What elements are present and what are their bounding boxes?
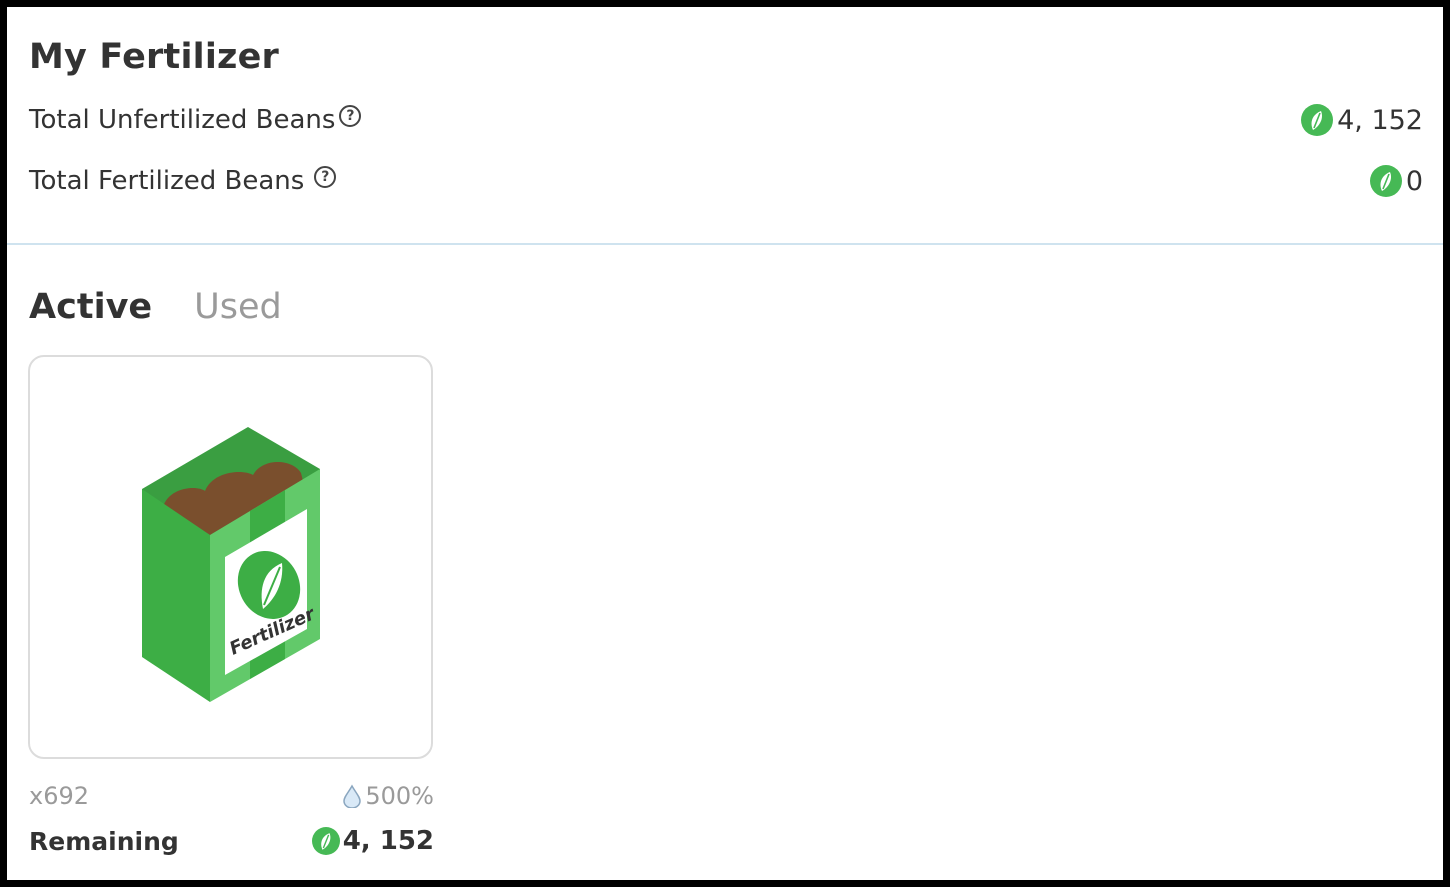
tab-active[interactable]: Active bbox=[29, 287, 152, 327]
unfertilized-value-group: 4, 152 bbox=[1301, 104, 1423, 136]
boost-percent: 500% bbox=[365, 782, 434, 810]
unfertilized-label: Total Unfertilized Beans bbox=[29, 105, 336, 135]
fertilizer-bag-icon: Fertilizer bbox=[142, 427, 320, 702]
help-icon[interactable]: ? bbox=[339, 105, 362, 127]
help-icon[interactable]: ? bbox=[314, 166, 337, 188]
fertilized-label-group: Total Fertilized Beans ? bbox=[29, 166, 337, 196]
fertilized-value-group: 0 bbox=[1369, 165, 1423, 197]
bean-icon bbox=[311, 827, 340, 855]
unfertilized-label-group: Total Unfertilized Beans ? bbox=[29, 105, 362, 135]
bean-icon bbox=[1369, 165, 1402, 197]
fertilized-label: Total Fertilized Beans bbox=[29, 166, 305, 196]
fertilizer-panel: My Fertilizer Total Unfertilized Beans ?… bbox=[7, 7, 1443, 880]
bean-icon bbox=[1301, 104, 1334, 136]
water-drop-icon bbox=[343, 784, 362, 808]
fertilizer-tabs: Active Used bbox=[29, 287, 282, 327]
section-divider bbox=[7, 243, 1443, 245]
remaining-label: Remaining bbox=[29, 826, 179, 856]
unfertilized-row: Total Unfertilized Beans ? 4, 152 bbox=[29, 102, 1423, 138]
fertilizer-card[interactable]: Fertilizer bbox=[28, 355, 433, 759]
remaining-row: Remaining 4, 152 bbox=[29, 824, 434, 858]
boost-group: 500% bbox=[342, 782, 434, 810]
fertilizer-summary: My Fertilizer Total Unfertilized Beans ?… bbox=[7, 7, 1443, 244]
unfertilized-value: 4, 152 bbox=[1337, 104, 1423, 136]
fertilized-row: Total Fertilized Beans ? 0 bbox=[29, 163, 1423, 199]
fertilizer-quantity: x692 bbox=[29, 782, 90, 810]
remaining-value-group: 4, 152 bbox=[311, 826, 434, 856]
tab-used[interactable]: Used bbox=[194, 287, 282, 327]
fertilized-value: 0 bbox=[1405, 165, 1423, 197]
remaining-value: 4, 152 bbox=[342, 826, 434, 856]
page-title: My Fertilizer bbox=[29, 37, 280, 77]
card-meta-row: x692 500% bbox=[29, 779, 434, 813]
